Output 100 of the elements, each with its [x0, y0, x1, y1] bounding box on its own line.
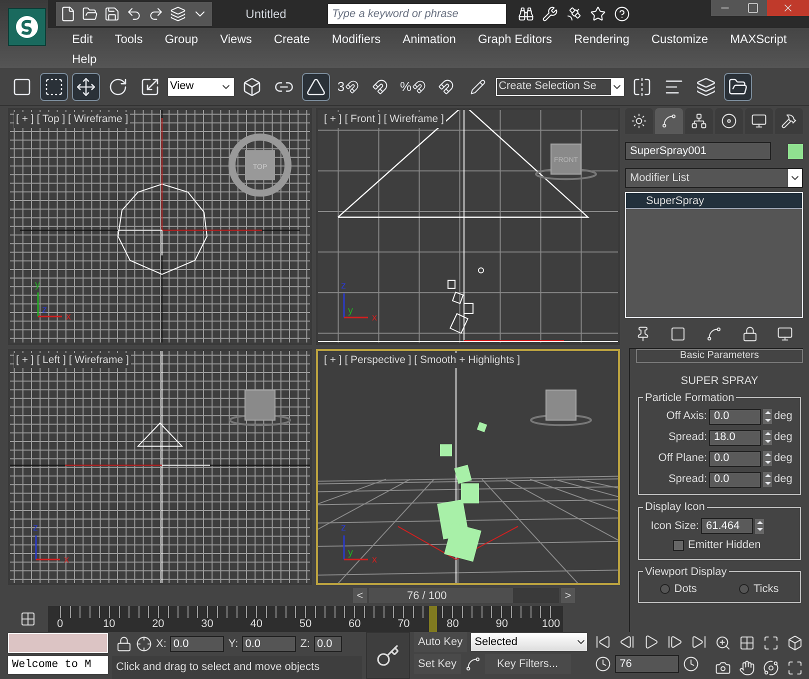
go-to-end-icon [690, 634, 707, 650]
auto-key-button[interactable]: Auto Key [414, 632, 467, 652]
menu-item[interactable]: MAXScript [722, 30, 795, 48]
binoculars-icon [518, 6, 534, 22]
viewport-label[interactable]: [ + ] [ Top ] [ Wireframe ] [14, 112, 130, 128]
frame-tick-label: 40 [250, 616, 263, 632]
object-color-swatch[interactable] [788, 144, 803, 158]
view-cube-drawing [229, 389, 291, 426]
frame-tick-label: 80 [446, 616, 459, 632]
select-region-icon [12, 76, 32, 96]
display-icon [751, 113, 767, 129]
radio-button[interactable] [660, 584, 670, 594]
viewport-label[interactable]: [ + ] [ Perspective ] [ Smooth + Highlights ] [322, 352, 522, 368]
magnet-icon [412, 80, 426, 94]
field-label: Off Axis: [666, 409, 707, 424]
menu-item[interactable]: Views [212, 30, 260, 48]
previous-frame-button[interactable]: < [353, 588, 367, 603]
move-button[interactable] [72, 72, 100, 100]
menu-item[interactable]: Graph Editors [470, 30, 560, 48]
new-file-icon [60, 6, 76, 22]
set-key-button[interactable] [366, 632, 410, 679]
motion-icon [721, 113, 737, 129]
unit-label: deg [774, 430, 794, 446]
menu-item[interactable]: Group [156, 30, 206, 48]
menu-item[interactable]: Help [64, 50, 105, 68]
viewport-label[interactable]: [ + ] [ Front ] [ Wireframe ] [322, 112, 446, 128]
modifier-stack-item[interactable]: SuperSpray [626, 193, 802, 209]
key-filters-button[interactable]: Key Filters... [484, 654, 571, 674]
menu-item[interactable]: Modifiers [324, 30, 389, 48]
select-object-icon [44, 76, 64, 96]
app-logo-button[interactable] [8, 8, 46, 46]
logo-icon [14, 14, 40, 40]
listener-output-field[interactable]: Welcome to M [8, 656, 108, 674]
viewport[interactable]: [ + ] [ Perspective ] [ Smooth + Highlights ] z y x [316, 348, 620, 585]
spinner-arrows-icon[interactable] [755, 518, 764, 534]
snap-toggle-button[interactable]: 3 [334, 72, 362, 100]
checkbox[interactable] [673, 540, 684, 551]
modify-tab[interactable] [655, 108, 683, 134]
coordinate-field[interactable]: 0.0 [170, 636, 224, 652]
menu-item[interactable]: Animation [394, 30, 464, 48]
radio-button[interactable] [739, 584, 750, 594]
coordinate-field[interactable]: 0.0 [242, 636, 296, 652]
frame-tick-label: 50 [299, 616, 312, 632]
magnet-icon [344, 80, 359, 94]
display-tab[interactable] [745, 108, 773, 134]
coordinate-field[interactable]: 0.0 [314, 636, 342, 652]
number-field[interactable]: 0.0 [709, 408, 761, 424]
unit-label: deg [774, 451, 794, 466]
menu-item[interactable]: Rendering [566, 30, 638, 48]
modifier-list-dropdown[interactable]: Modifier List [625, 168, 803, 188]
next-frame-button[interactable]: > [561, 588, 575, 603]
spinner-arrows-icon[interactable] [763, 409, 772, 424]
view-cube-drawing [530, 389, 592, 426]
selection-set-dropdown[interactable]: Create Selection Se [496, 78, 624, 96]
motion-tab[interactable] [715, 108, 743, 134]
time-slider[interactable]: 76 / 100 [369, 588, 559, 603]
frame-tick-label: 60 [348, 616, 361, 632]
viewport-label[interactable]: [ + ] [ Left ] [ Wireframe ] [14, 352, 131, 368]
angle-magnet-icon [372, 78, 388, 94]
frame-tick-label: 0 [56, 616, 64, 632]
previous-frame-icon [618, 634, 635, 650]
frame-tick-label: 70 [398, 616, 410, 632]
number-field[interactable]: 0.0 [709, 450, 761, 466]
star-icon [590, 6, 606, 22]
scene-explorer-button[interactable] [724, 72, 752, 100]
key-mode-dropdown[interactable]: Selected [470, 633, 587, 651]
create-tab[interactable] [625, 108, 653, 134]
select-object-button[interactable] [40, 72, 68, 100]
go-to-start-icon [594, 634, 611, 650]
number-field[interactable]: 61.464 [701, 518, 753, 534]
frame-tick-label: 30 [201, 616, 214, 632]
object-name-field[interactable]: SuperSpray001 [625, 142, 771, 160]
set-key-text-button[interactable]: Set Key [414, 654, 461, 674]
group-title: Viewport Display [644, 564, 728, 580]
search-field[interactable]: Type a keyword or phrase [328, 4, 506, 24]
frame-tick-label: 90 [496, 616, 508, 632]
current-frame-field[interactable]: 76 [614, 655, 679, 673]
spinner-arrows-icon[interactable] [763, 430, 772, 445]
percent-snap-button[interactable]: % [398, 72, 428, 100]
satellite-icon [566, 6, 582, 22]
maximize-button[interactable] [739, 0, 767, 16]
listener-input[interactable] [8, 633, 108, 653]
number-field[interactable]: 18.0 [709, 430, 761, 446]
pencil-icon [470, 78, 486, 94]
reference-dropdown[interactable]: View [168, 78, 234, 96]
rollout-header[interactable]: Basic Parameters [636, 349, 803, 363]
number-field[interactable]: 0.0 [709, 472, 761, 488]
spinner-arrows-icon[interactable] [763, 451, 772, 466]
hierarchy-tab[interactable] [685, 108, 713, 134]
coordinate-label: X: [156, 636, 166, 652]
undo-icon [126, 6, 142, 22]
spinner-arrows-icon[interactable] [763, 472, 772, 487]
menu-item[interactable]: Tools [106, 30, 151, 48]
menu-item[interactable]: Edit [64, 30, 101, 48]
utilities-tab[interactable] [775, 108, 803, 134]
manipulate-button[interactable] [302, 72, 330, 100]
maximize-icon [747, 2, 759, 14]
menu-item[interactable]: Create [266, 30, 318, 48]
track-bar[interactable]: 0 10 20 30 40 50 60 70 80 90 100 [48, 606, 563, 632]
menu-item[interactable]: Customize [643, 30, 716, 48]
